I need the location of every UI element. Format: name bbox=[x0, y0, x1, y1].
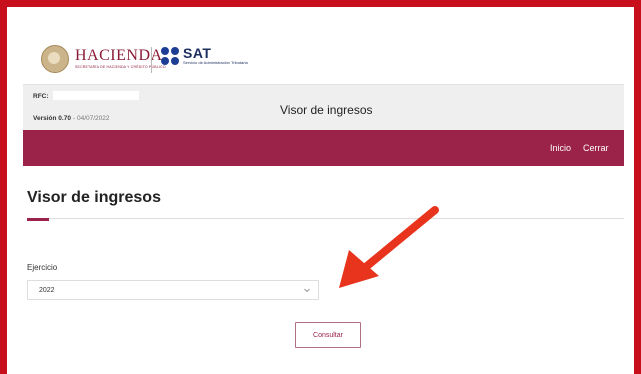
hacienda-wordmark: HACIENDA bbox=[75, 47, 163, 65]
rfc-value bbox=[53, 91, 139, 100]
header-bar: HACIENDA SECRETARÍA DE HACIENDA Y CRÉDIT… bbox=[23, 29, 624, 85]
ejercicio-selected-value: 2022 bbox=[39, 287, 55, 294]
sat-dots-icon bbox=[161, 46, 179, 65]
version-date: - 04/07/2022 bbox=[73, 115, 110, 122]
logo-divider bbox=[151, 47, 152, 73]
version-label: Versión 0.70 bbox=[33, 115, 71, 122]
consultar-button[interactable]: Consultar bbox=[295, 322, 361, 348]
nav-cerrar-link[interactable]: Cerrar bbox=[583, 143, 609, 153]
sat-wordmark: SAT bbox=[183, 45, 212, 61]
nav-inicio-link[interactable]: Inicio bbox=[550, 143, 571, 153]
ejercicio-select[interactable]: 2022 bbox=[27, 280, 319, 300]
coat-of-arms-icon bbox=[41, 45, 69, 73]
hacienda-subtitle: SECRETARÍA DE HACIENDA Y CRÉDITO PÚBLICO bbox=[75, 65, 166, 70]
hacienda-logo[interactable]: HACIENDA SECRETARÍA DE HACIENDA Y CRÉDIT… bbox=[41, 44, 166, 74]
ejercicio-label: Ejercicio bbox=[27, 263, 58, 272]
consultar-label: Consultar bbox=[313, 331, 343, 339]
chevron-down-icon bbox=[304, 288, 310, 293]
title-accent-bar bbox=[27, 218, 49, 221]
sat-logo[interactable]: SAT Servicio de Administración Tributari… bbox=[161, 46, 248, 65]
nav-bar: Inicio Cerrar bbox=[23, 130, 624, 166]
info-bar: RFC: Versión 0.70 - 04/07/2022 Visor de … bbox=[23, 85, 624, 130]
screenshot-frame: HACIENDA SECRETARÍA DE HACIENDA Y CRÉDIT… bbox=[0, 0, 641, 374]
rfc-label: RFC: bbox=[33, 93, 49, 100]
page-title: Visor de ingresos bbox=[27, 189, 161, 206]
title-divider bbox=[27, 218, 624, 219]
sat-subtitle: Servicio de Administración Tributaria bbox=[183, 60, 248, 65]
app-title: Visor de ingresos bbox=[280, 103, 373, 117]
red-arrow-icon bbox=[339, 206, 439, 288]
